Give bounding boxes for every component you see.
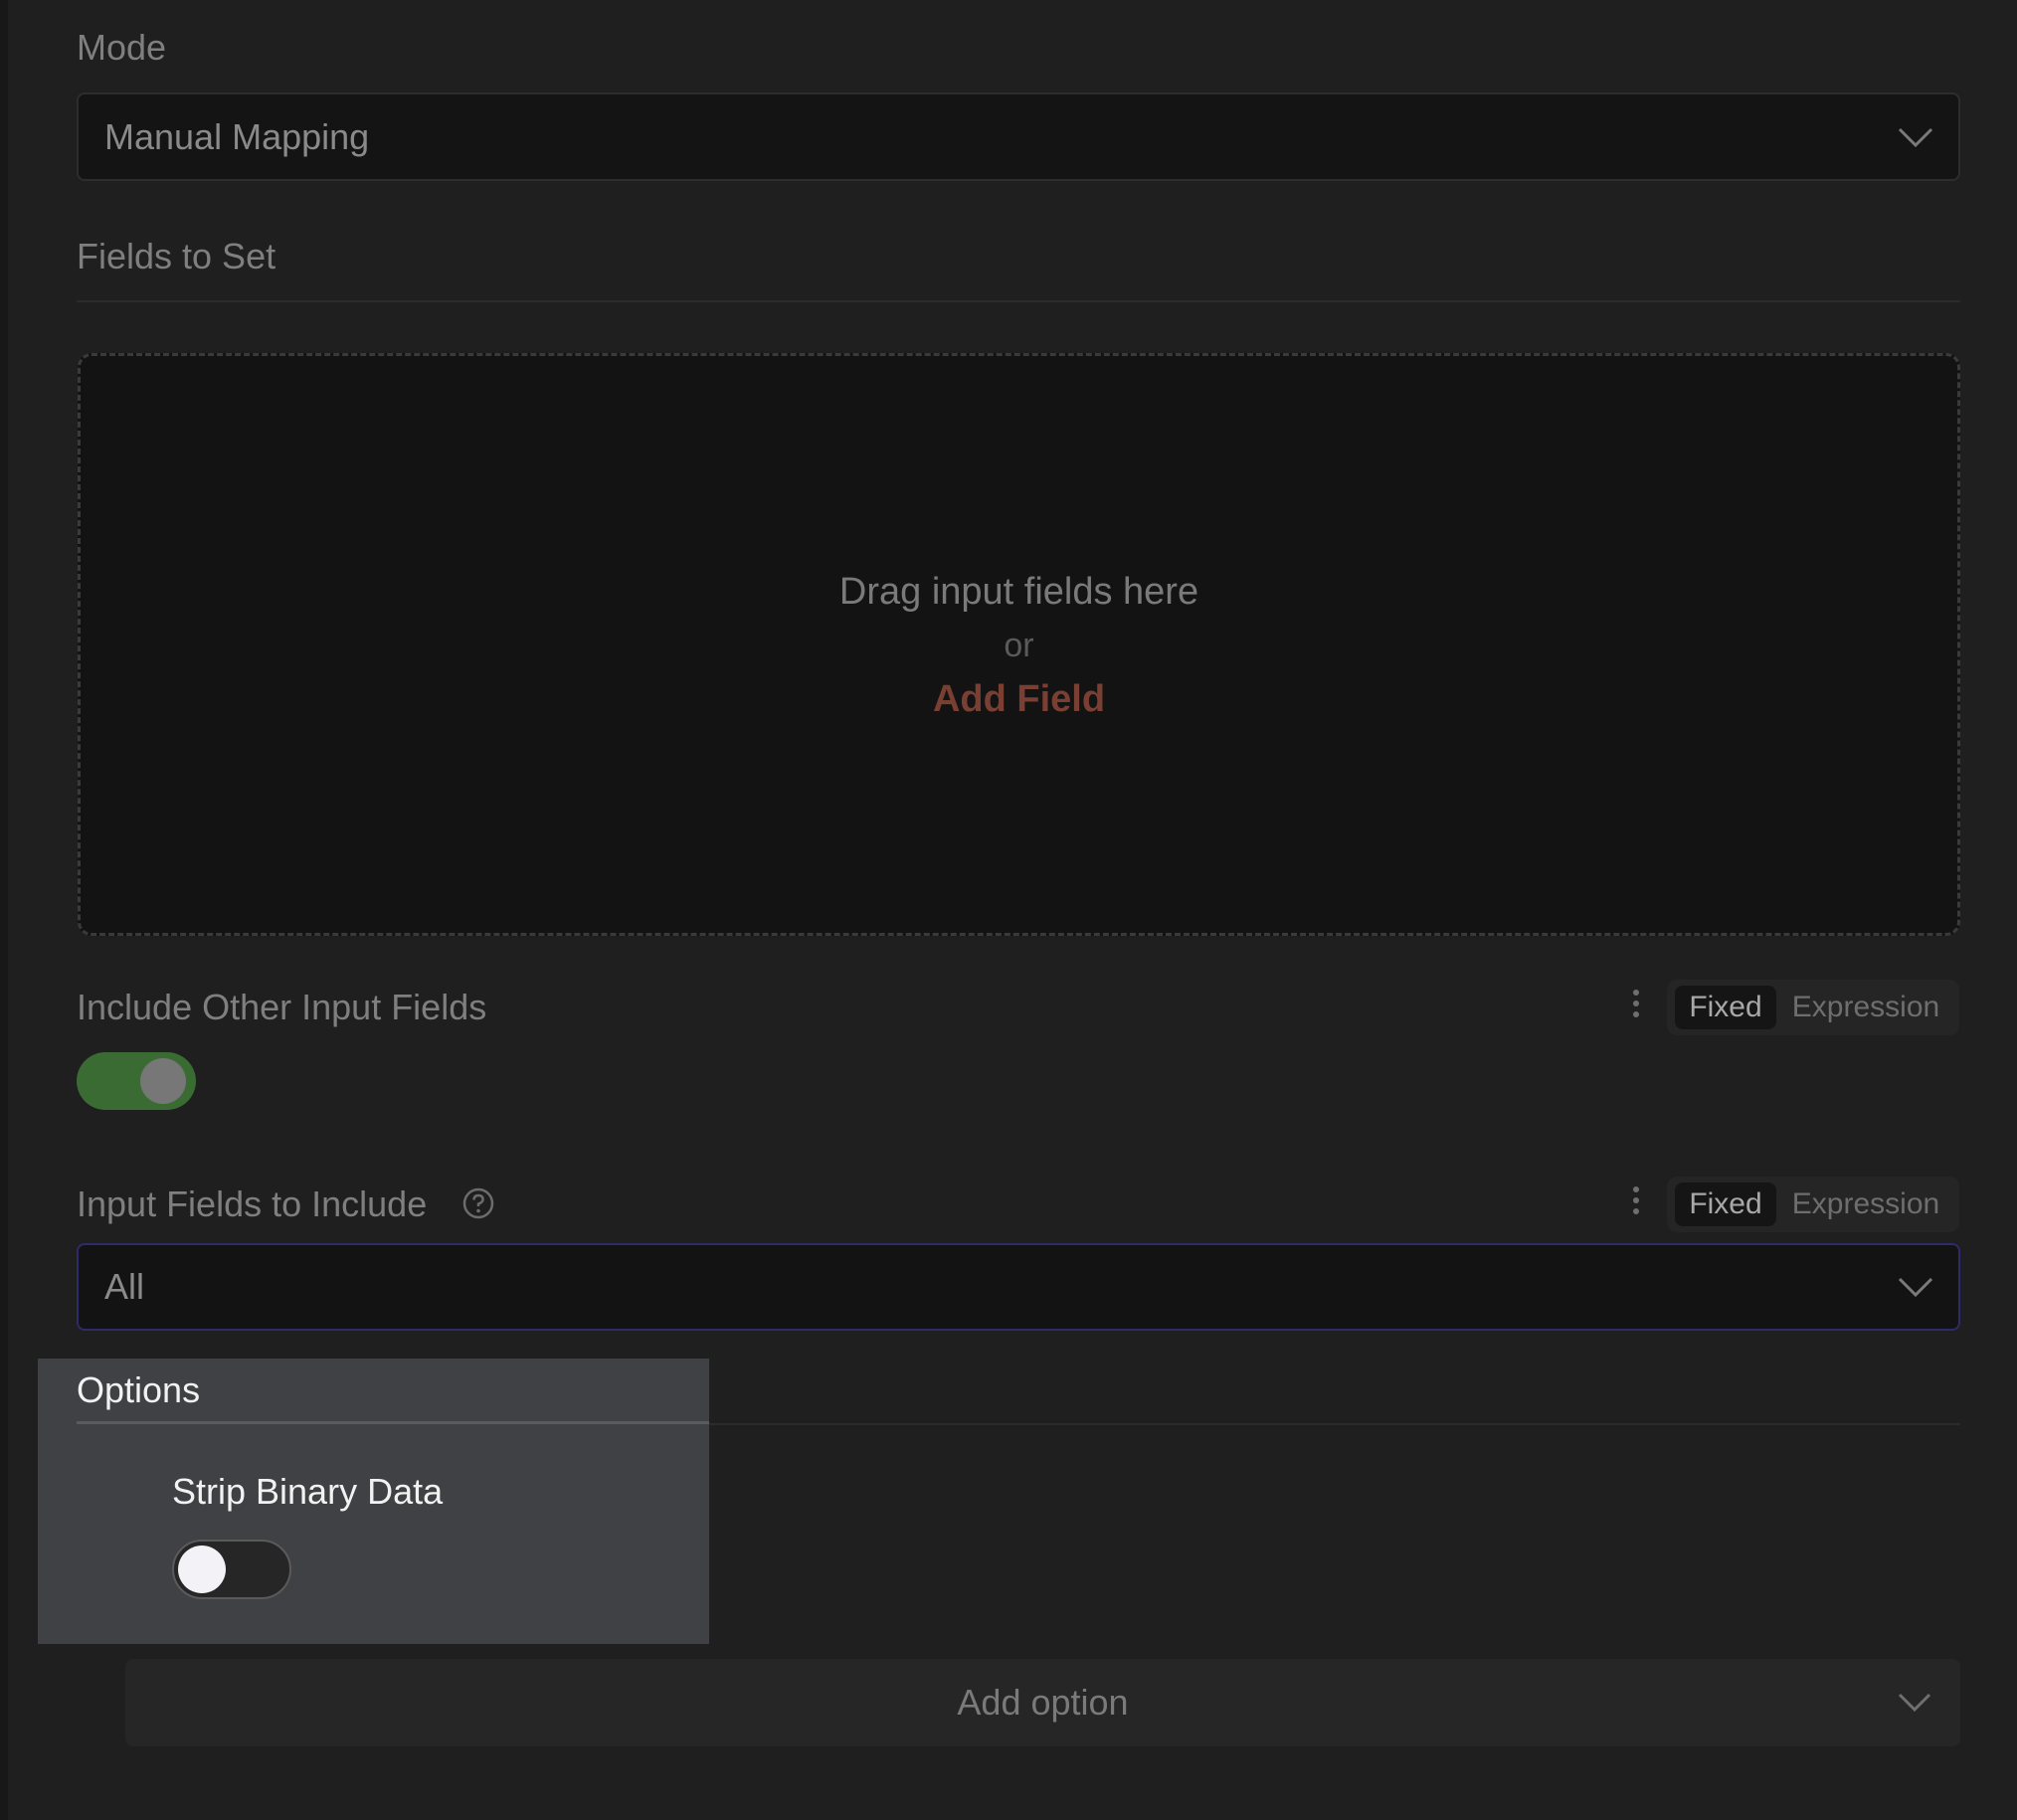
dropzone-text: Drag input fields here xyxy=(838,571,1199,613)
mode-select[interactable]: Manual Mapping xyxy=(77,92,1960,181)
mode-label: Mode xyxy=(77,27,167,68)
chevron-down-icon xyxy=(1898,1693,1931,1713)
include-other-toggle[interactable] xyxy=(77,1052,196,1110)
include-other-fixed-tab[interactable]: Fixed xyxy=(1675,986,1776,1029)
input-fields-mode-toggle: Fixed Expression xyxy=(1667,1177,1959,1232)
options-title: Options xyxy=(77,1369,201,1410)
help-icon[interactable] xyxy=(461,1186,495,1220)
include-other-expression-tab[interactable]: Expression xyxy=(1782,986,1949,1029)
add-option-select[interactable]: Add option xyxy=(125,1659,1960,1746)
dropzone-or: or xyxy=(1004,627,1034,664)
node-parameters-panel: Mode Manual Mapping Fields to Set Drag i… xyxy=(0,0,2017,1820)
include-other-more-icon[interactable] xyxy=(1631,990,1641,1023)
input-fields-fixed-tab[interactable]: Fixed xyxy=(1675,1183,1776,1226)
strip-binary-label: Strip Binary Data xyxy=(172,1471,444,1512)
fields-dropzone[interactable]: Drag input fields here or Add Field xyxy=(78,353,1960,936)
include-other-label: Include Other Input Fields xyxy=(77,987,487,1027)
input-fields-label: Input Fields to Include xyxy=(77,1183,428,1224)
fields-to-set-title: Fields to Set xyxy=(77,236,276,276)
chevron-down-icon xyxy=(1898,1277,1933,1298)
add-field-link[interactable]: Add Field xyxy=(81,678,1957,721)
toggle-knob xyxy=(178,1546,226,1593)
chevron-down-icon xyxy=(1898,127,1933,147)
input-fields-more-icon[interactable] xyxy=(1631,1186,1641,1220)
options-section-highlight: Options Strip Binary Data xyxy=(38,1359,709,1644)
input-fields-select-value: All xyxy=(104,1266,145,1307)
toggle-knob xyxy=(140,1058,186,1104)
strip-binary-toggle[interactable] xyxy=(172,1540,291,1599)
mode-select-value: Manual Mapping xyxy=(104,115,370,157)
input-fields-select[interactable]: All xyxy=(77,1243,1960,1331)
include-other-mode-toggle: Fixed Expression xyxy=(1667,980,1959,1035)
options-title-underline xyxy=(77,1421,709,1424)
add-option-label: Add option xyxy=(957,1682,1129,1723)
fields-divider xyxy=(77,300,1960,302)
input-fields-expression-tab[interactable]: Expression xyxy=(1782,1183,1949,1226)
